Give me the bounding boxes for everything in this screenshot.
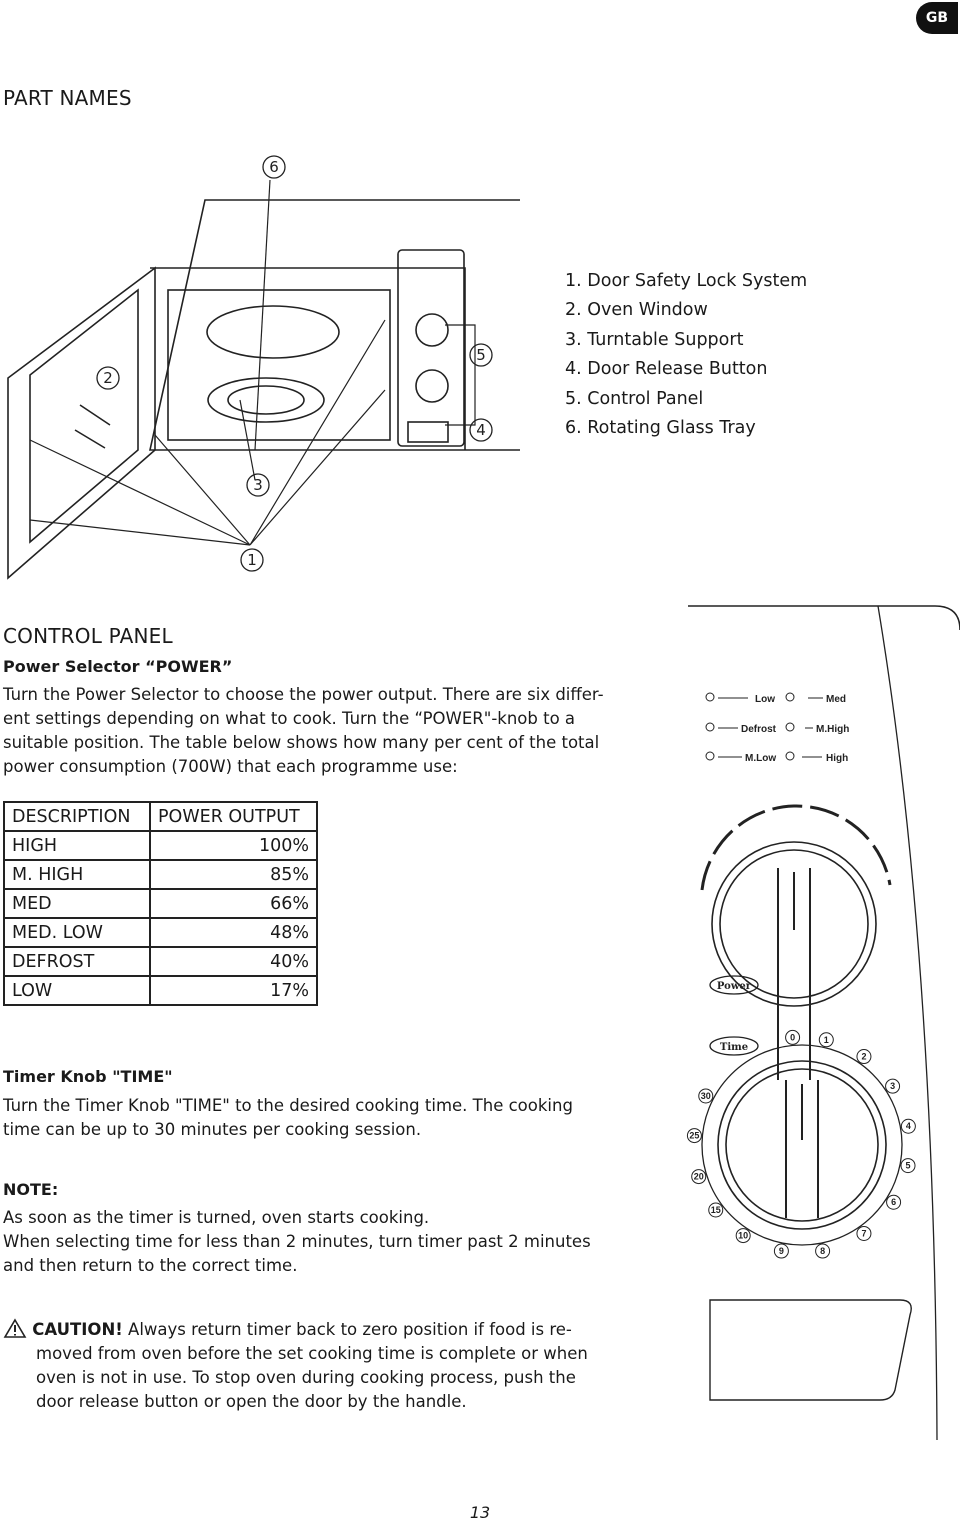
power-label: Power bbox=[717, 981, 752, 992]
time-mark-6: 6 bbox=[891, 1197, 896, 1207]
control-panel-title: CONTROL PANEL bbox=[3, 624, 173, 648]
control-panel-drawing: Low Med Defrost M.High M.Low High Power … bbox=[686, 605, 960, 1440]
text-line: When selecting time for less than 2 minu… bbox=[3, 1232, 591, 1251]
note-heading: NOTE: bbox=[3, 1180, 59, 1199]
time-mark-0: 0 bbox=[790, 1032, 795, 1042]
table-row: LOW 17% bbox=[3, 975, 318, 1006]
list-item: 6. Rotating Glass Tray bbox=[565, 418, 756, 439]
microwave-diagram: 1 2 3 4 5 6 bbox=[7, 155, 520, 580]
callout-2: 2 bbox=[103, 369, 113, 387]
callout-3: 3 bbox=[253, 476, 263, 494]
time-mark-9: 9 bbox=[779, 1246, 784, 1256]
table-row: M. HIGH 85% bbox=[3, 859, 318, 890]
text-line: time can be up to 30 minutes per cooking… bbox=[3, 1120, 422, 1139]
part-list: 1. Door Safety Lock System 2. Oven Windo… bbox=[565, 267, 807, 443]
legend-high: High bbox=[826, 753, 848, 764]
time-mark-8: 8 bbox=[820, 1246, 825, 1256]
table-row: DEFROST 40% bbox=[3, 946, 318, 977]
legend-med: Med bbox=[826, 694, 846, 705]
text-line: and then return to the correct time. bbox=[3, 1256, 298, 1275]
text-line: oven is not in use. To stop oven during … bbox=[36, 1368, 576, 1387]
table-row: MED 66% bbox=[3, 888, 318, 919]
manual-page: GB PART NAMES 1 2 3 4 5 6 1. Door Safety… bbox=[0, 0, 960, 1524]
time-mark-4: 4 bbox=[906, 1121, 911, 1131]
legend-mhigh: M.High bbox=[816, 724, 849, 735]
callout-4: 4 bbox=[476, 421, 486, 439]
text-line: Turn the Power Selector to choose the po… bbox=[3, 685, 604, 704]
list-item: 3. Turntable Support bbox=[565, 329, 744, 350]
part-names-title: PART NAMES bbox=[3, 86, 132, 110]
power-heading: Power Selector “POWER” bbox=[3, 657, 233, 676]
time-mark-3: 3 bbox=[890, 1081, 895, 1091]
text-line: Always return timer back to zero positio… bbox=[122, 1320, 572, 1339]
time-mark-15: 15 bbox=[711, 1205, 721, 1215]
time-mark-1: 1 bbox=[824, 1035, 829, 1045]
warning-icon bbox=[3, 1318, 27, 1338]
power-table: DESCRIPTION POWER OUTPUT HIGH 100% M. HIGH… bbox=[3, 801, 318, 1006]
table-row: HIGH 100% bbox=[3, 830, 318, 861]
time-mark-30: 30 bbox=[701, 1091, 711, 1101]
door-release-button[interactable] bbox=[709, 1299, 912, 1401]
time-mark-2: 2 bbox=[861, 1052, 866, 1062]
list-item: 5. Control Panel bbox=[565, 388, 704, 409]
time-label: Time bbox=[720, 1042, 748, 1053]
time-mark-25: 25 bbox=[689, 1131, 699, 1141]
text-line: suitable position. The table below shows… bbox=[3, 733, 600, 752]
callout-5: 5 bbox=[476, 346, 486, 364]
table-row: MED. LOW 48% bbox=[3, 917, 318, 948]
language-badge: GB bbox=[916, 2, 958, 34]
text-line: power consumption (700W) that each progr… bbox=[3, 757, 458, 776]
caution-label: CAUTION! bbox=[32, 1320, 123, 1339]
time-mark-10: 10 bbox=[738, 1231, 748, 1241]
list-item: 2. Oven Window bbox=[565, 300, 708, 321]
time-mark-7: 7 bbox=[861, 1228, 866, 1238]
legend-defrost: Defrost bbox=[741, 724, 777, 735]
text-line: Turn the Timer Knob "TIME" to the desire… bbox=[3, 1096, 573, 1115]
list-item: 4. Door Release Button bbox=[565, 359, 768, 380]
list-item: 1. Door Safety Lock System bbox=[565, 271, 808, 291]
text-line: ent settings depending on what to cook. … bbox=[3, 709, 576, 728]
legend-low: Low bbox=[755, 694, 775, 705]
timer-heading: Timer Knob "TIME" bbox=[3, 1067, 173, 1086]
callout-6: 6 bbox=[269, 158, 279, 176]
page-number: 13 bbox=[469, 1503, 491, 1522]
text-line: As soon as the timer is turned, oven sta… bbox=[3, 1208, 430, 1227]
timer-knob[interactable] bbox=[701, 1044, 903, 1246]
text-line: moved from oven before the set cooking t… bbox=[36, 1344, 588, 1363]
legend-mlow: M.Low bbox=[745, 753, 776, 764]
time-mark-5: 5 bbox=[906, 1161, 911, 1171]
text-line: door release button or open the door by … bbox=[36, 1392, 467, 1411]
table-header: DESCRIPTION POWER OUTPUT bbox=[3, 801, 318, 832]
time-mark-20: 20 bbox=[694, 1172, 704, 1182]
callout-1: 1 bbox=[247, 551, 257, 569]
